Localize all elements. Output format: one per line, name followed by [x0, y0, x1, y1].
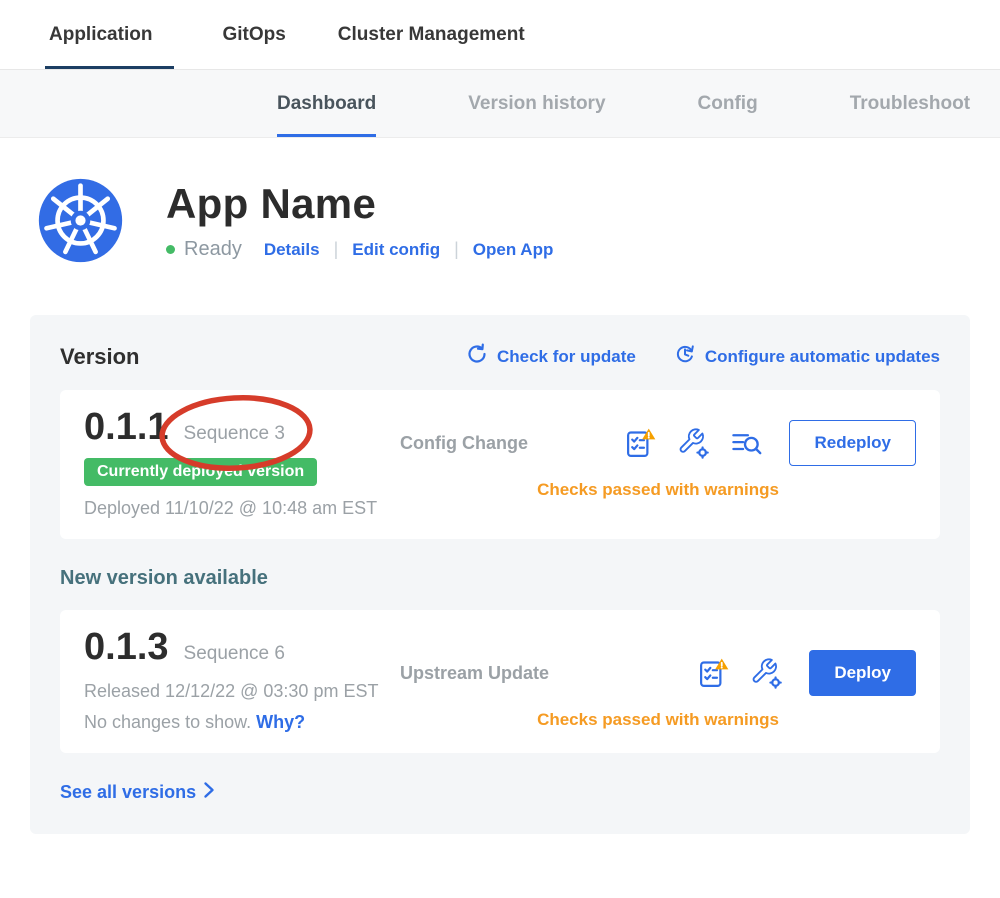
refresh-icon: [466, 343, 488, 370]
new-version-source: Upstream Update: [400, 663, 549, 684]
new-version-card: 0.1.3 Sequence 6 Released 12/12/22 @ 03:…: [60, 610, 940, 753]
diff-view-icon[interactable]: [730, 427, 763, 460]
tab-dashboard[interactable]: Dashboard: [277, 70, 376, 137]
new-version-actions: Upstream Update: [400, 626, 916, 733]
separator: |: [454, 239, 459, 260]
preflight-checks-icon[interactable]: [624, 427, 657, 460]
new-version-icons: [697, 657, 783, 690]
edit-config-link[interactable]: Edit config: [352, 240, 440, 260]
tab-cluster-management[interactable]: Cluster Management: [334, 0, 529, 69]
auto-update-icon: [674, 343, 696, 370]
config-wrench-icon[interactable]: [677, 427, 710, 460]
no-changes-row: No changes to show. Why?: [84, 712, 400, 733]
details-link[interactable]: Details: [264, 240, 320, 260]
page: Application GitOps Cluster Management Da…: [0, 0, 1000, 898]
redeploy-button[interactable]: Redeploy: [789, 420, 916, 466]
why-link[interactable]: Why?: [256, 712, 305, 732]
current-version-action-row: Config Change: [400, 420, 916, 466]
new-version-available-heading: New version available: [60, 567, 940, 590]
chevron-right-icon: [203, 781, 215, 804]
new-version-action-row: Upstream Update: [400, 650, 916, 696]
config-wrench-icon[interactable]: [750, 657, 783, 690]
tab-gitops[interactable]: GitOps: [218, 0, 289, 69]
check-for-update-label: Check for update: [497, 347, 636, 367]
current-version-info: 0.1.1 Sequence 3 Currently deployed vers…: [84, 406, 400, 519]
deployed-badge: Currently deployed version: [84, 458, 317, 486]
new-version-sequence: Sequence 6: [184, 643, 285, 665]
current-version-line: 0.1.1 Sequence 3: [84, 406, 400, 449]
see-all-versions-label: See all versions: [60, 782, 196, 803]
status-row: Ready Details | Edit config | Open App: [166, 238, 553, 261]
current-checks-status: Checks passed with warnings: [400, 480, 916, 500]
tab-config[interactable]: Config: [698, 70, 758, 137]
see-all-versions-link[interactable]: See all versions: [60, 781, 215, 804]
status-dot-icon: [166, 245, 175, 254]
kubernetes-logo-icon: [38, 178, 123, 263]
new-checks-status: Checks passed with warnings: [400, 710, 916, 730]
tab-version-history[interactable]: Version history: [468, 70, 605, 137]
current-version-source: Config Change: [400, 433, 528, 454]
app-meta: App Name Ready Details | Edit config | O…: [166, 178, 553, 261]
deploy-button[interactable]: Deploy: [809, 650, 916, 696]
app-header: App Name Ready Details | Edit config | O…: [0, 138, 1000, 263]
current-version-card: 0.1.1 Sequence 3 Currently deployed vers…: [60, 390, 940, 539]
deployed-timestamp: Deployed 11/10/22 @ 10:48 am EST: [84, 498, 400, 519]
version-header-actions: Check for update Configure automatic upd…: [466, 343, 940, 370]
sub-nav: Dashboard Version history Config Trouble…: [0, 70, 1000, 138]
current-version-number: 0.1.1: [84, 406, 169, 449]
no-changes-text: No changes to show.: [84, 712, 251, 732]
released-timestamp: Released 12/12/22 @ 03:30 pm EST: [84, 681, 400, 702]
configure-automatic-updates-label: Configure automatic updates: [705, 347, 940, 367]
version-panel-header: Version Check for update: [60, 343, 940, 370]
check-for-update-link[interactable]: Check for update: [466, 343, 636, 370]
version-panel: Version Check for update: [30, 315, 970, 834]
current-version-actions: Config Change: [400, 406, 916, 519]
current-version-sequence: Sequence 3: [184, 423, 285, 445]
tab-application[interactable]: Application: [45, 0, 174, 69]
new-version-number: 0.1.3: [84, 626, 169, 669]
open-app-link[interactable]: Open App: [473, 240, 554, 260]
version-heading: Version: [60, 344, 139, 370]
status-text: Ready: [184, 238, 242, 261]
separator: |: [334, 239, 339, 260]
current-version-icons: [624, 427, 763, 460]
tab-troubleshoot[interactable]: Troubleshoot: [850, 70, 970, 137]
new-version-line: 0.1.3 Sequence 6: [84, 626, 400, 669]
configure-automatic-updates-link[interactable]: Configure automatic updates: [674, 343, 940, 370]
preflight-checks-icon[interactable]: [697, 657, 730, 690]
page-title: App Name: [166, 180, 553, 228]
new-version-info: 0.1.3 Sequence 6 Released 12/12/22 @ 03:…: [84, 626, 400, 733]
top-nav: Application GitOps Cluster Management: [0, 0, 1000, 70]
